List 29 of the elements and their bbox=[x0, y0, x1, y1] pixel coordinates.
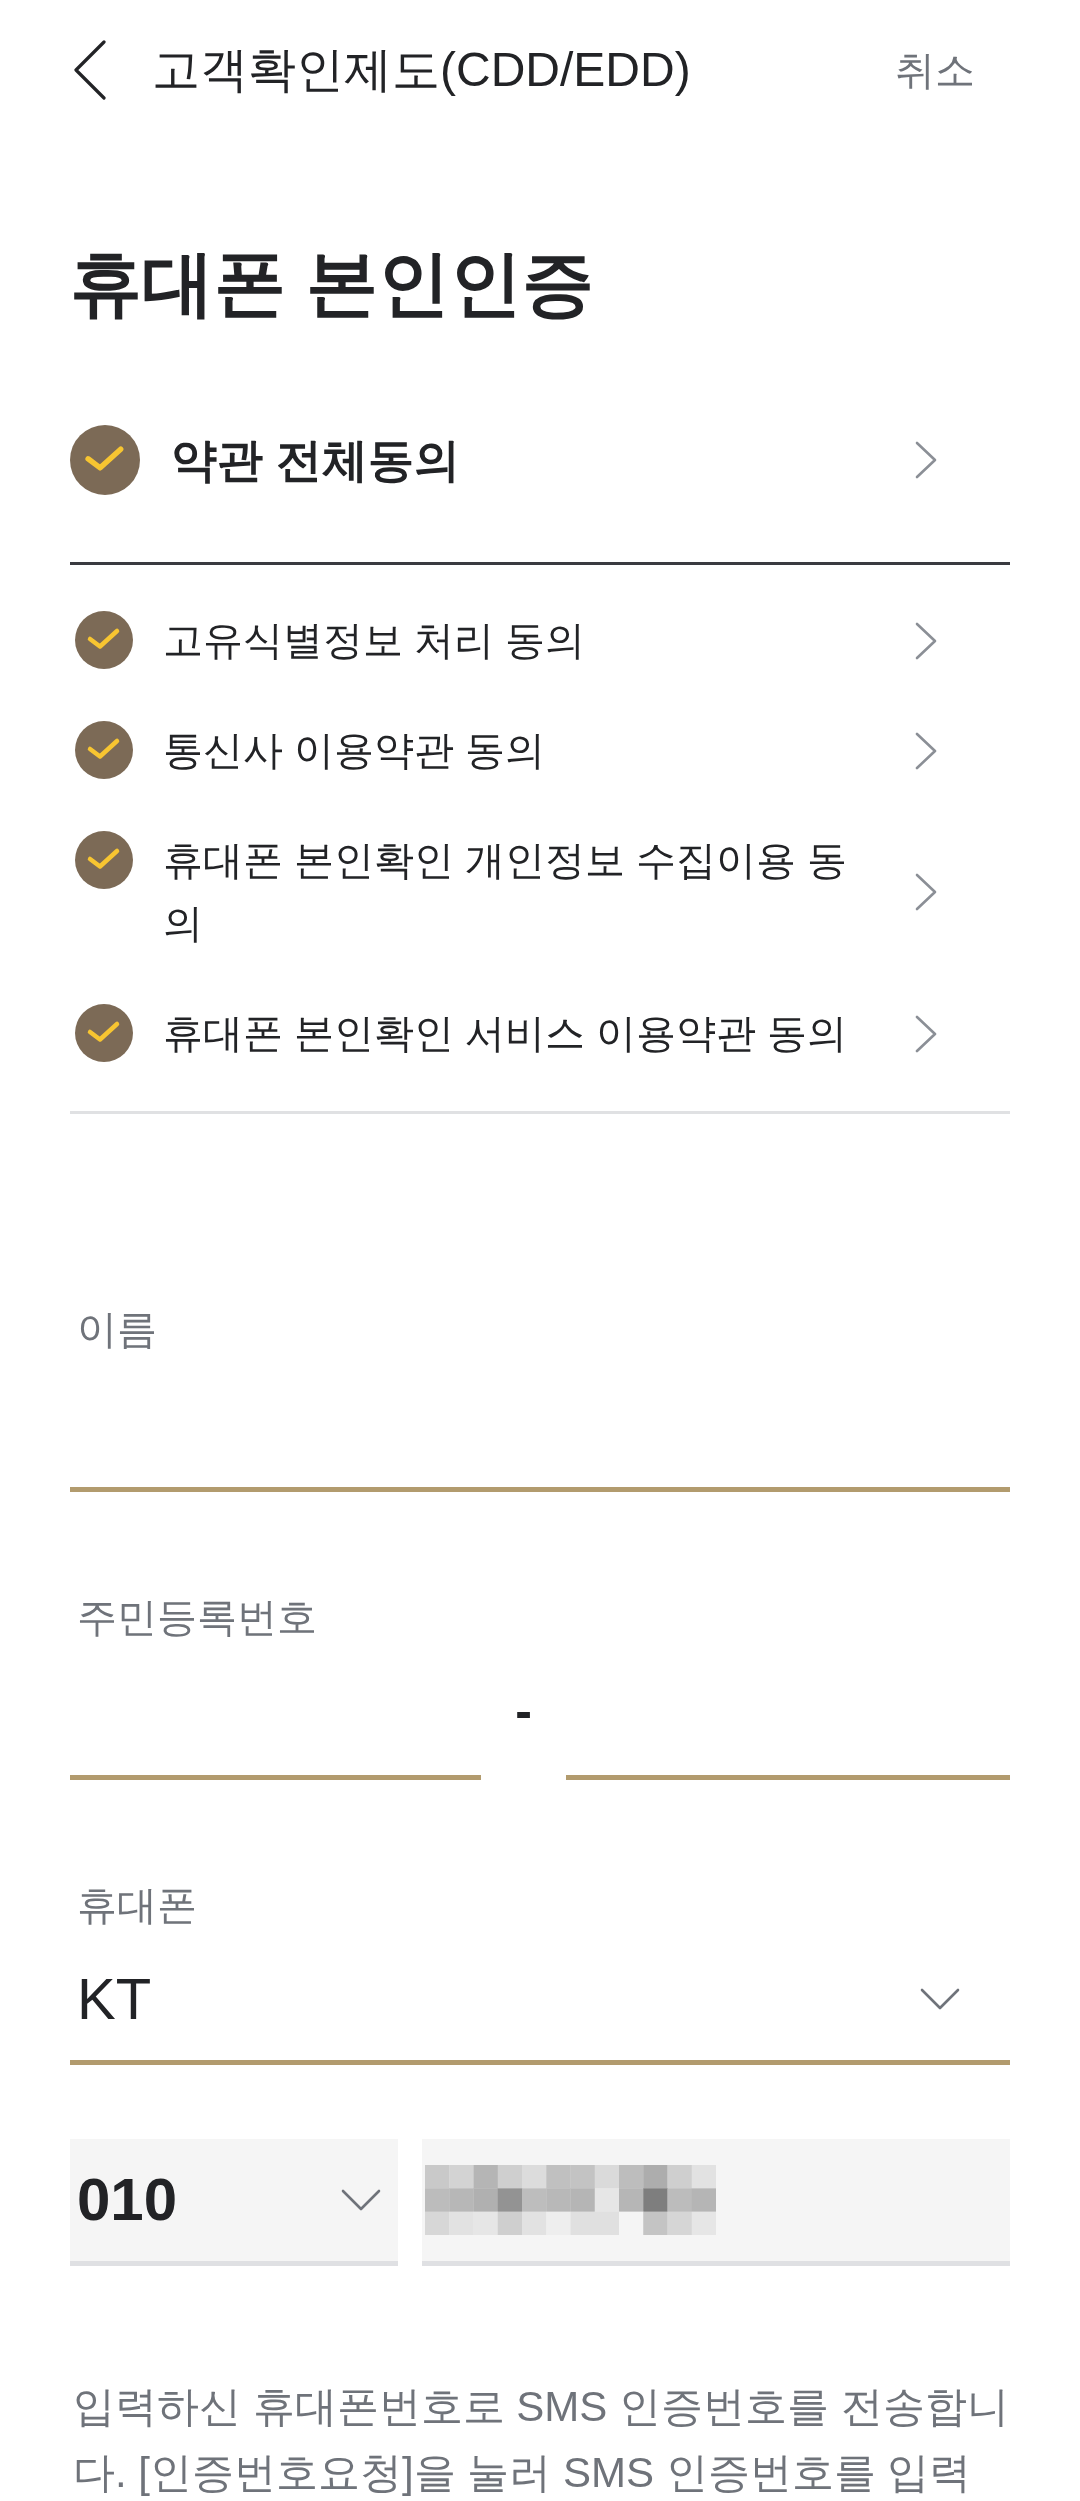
chevron-right-icon[interactable] bbox=[915, 731, 937, 770]
chevron-right-icon[interactable] bbox=[915, 441, 937, 479]
chevron-down-icon bbox=[920, 1988, 960, 2010]
back-icon[interactable] bbox=[73, 40, 107, 100]
prefix-select[interactable]: 010 bbox=[70, 2139, 398, 2266]
terms-label: 휴대폰 본인확인 개인정보 수집이용 동의 bbox=[163, 837, 849, 947]
agree-all-label: 약관 전체동의 bbox=[171, 433, 460, 488]
checked-circle-icon[interactable] bbox=[75, 721, 133, 779]
chevron-right-icon[interactable] bbox=[915, 1014, 937, 1053]
field-label: 이름 bbox=[77, 1306, 157, 1353]
chevron-right-icon[interactable] bbox=[915, 621, 937, 660]
checked-circle-icon[interactable] bbox=[75, 831, 133, 889]
page-heading: 휴대폰 본인인증 bbox=[70, 242, 594, 325]
chevron-down-icon bbox=[341, 2189, 381, 2211]
carrier-select[interactable]: KT bbox=[70, 1938, 1010, 2065]
checked-circle-icon[interactable] bbox=[75, 611, 133, 669]
phone-number-field[interactable] bbox=[422, 2139, 1010, 2266]
terms-label: 고유식별정보 처리 동의 bbox=[163, 617, 586, 664]
chevron-right-icon[interactable] bbox=[915, 873, 937, 911]
screen-title: 고객확인제도(CDD/EDD) bbox=[152, 42, 691, 98]
cancel-button[interactable]: 취소 bbox=[895, 46, 975, 94]
terms-label: 통신사 이용약관 동의 bbox=[163, 727, 546, 774]
checked-circle-icon[interactable] bbox=[70, 425, 140, 495]
checked-circle-icon[interactable] bbox=[75, 1004, 133, 1062]
field-label: 주민등록번호 bbox=[77, 1594, 317, 1641]
sms-notice-text: 입력하신 휴대폰번호로 SMS 인증번호를 전송합니다. [인증번호요청]을 눌러 SMS 인증번호를 입력 bbox=[72, 2382, 1010, 2498]
field-label: 휴대폰 bbox=[77, 1882, 197, 1929]
separator-dash: - bbox=[515, 1686, 532, 1736]
terms-label: 휴대폰 본인확인 서비스 이용약관 동의 bbox=[163, 1010, 848, 1057]
